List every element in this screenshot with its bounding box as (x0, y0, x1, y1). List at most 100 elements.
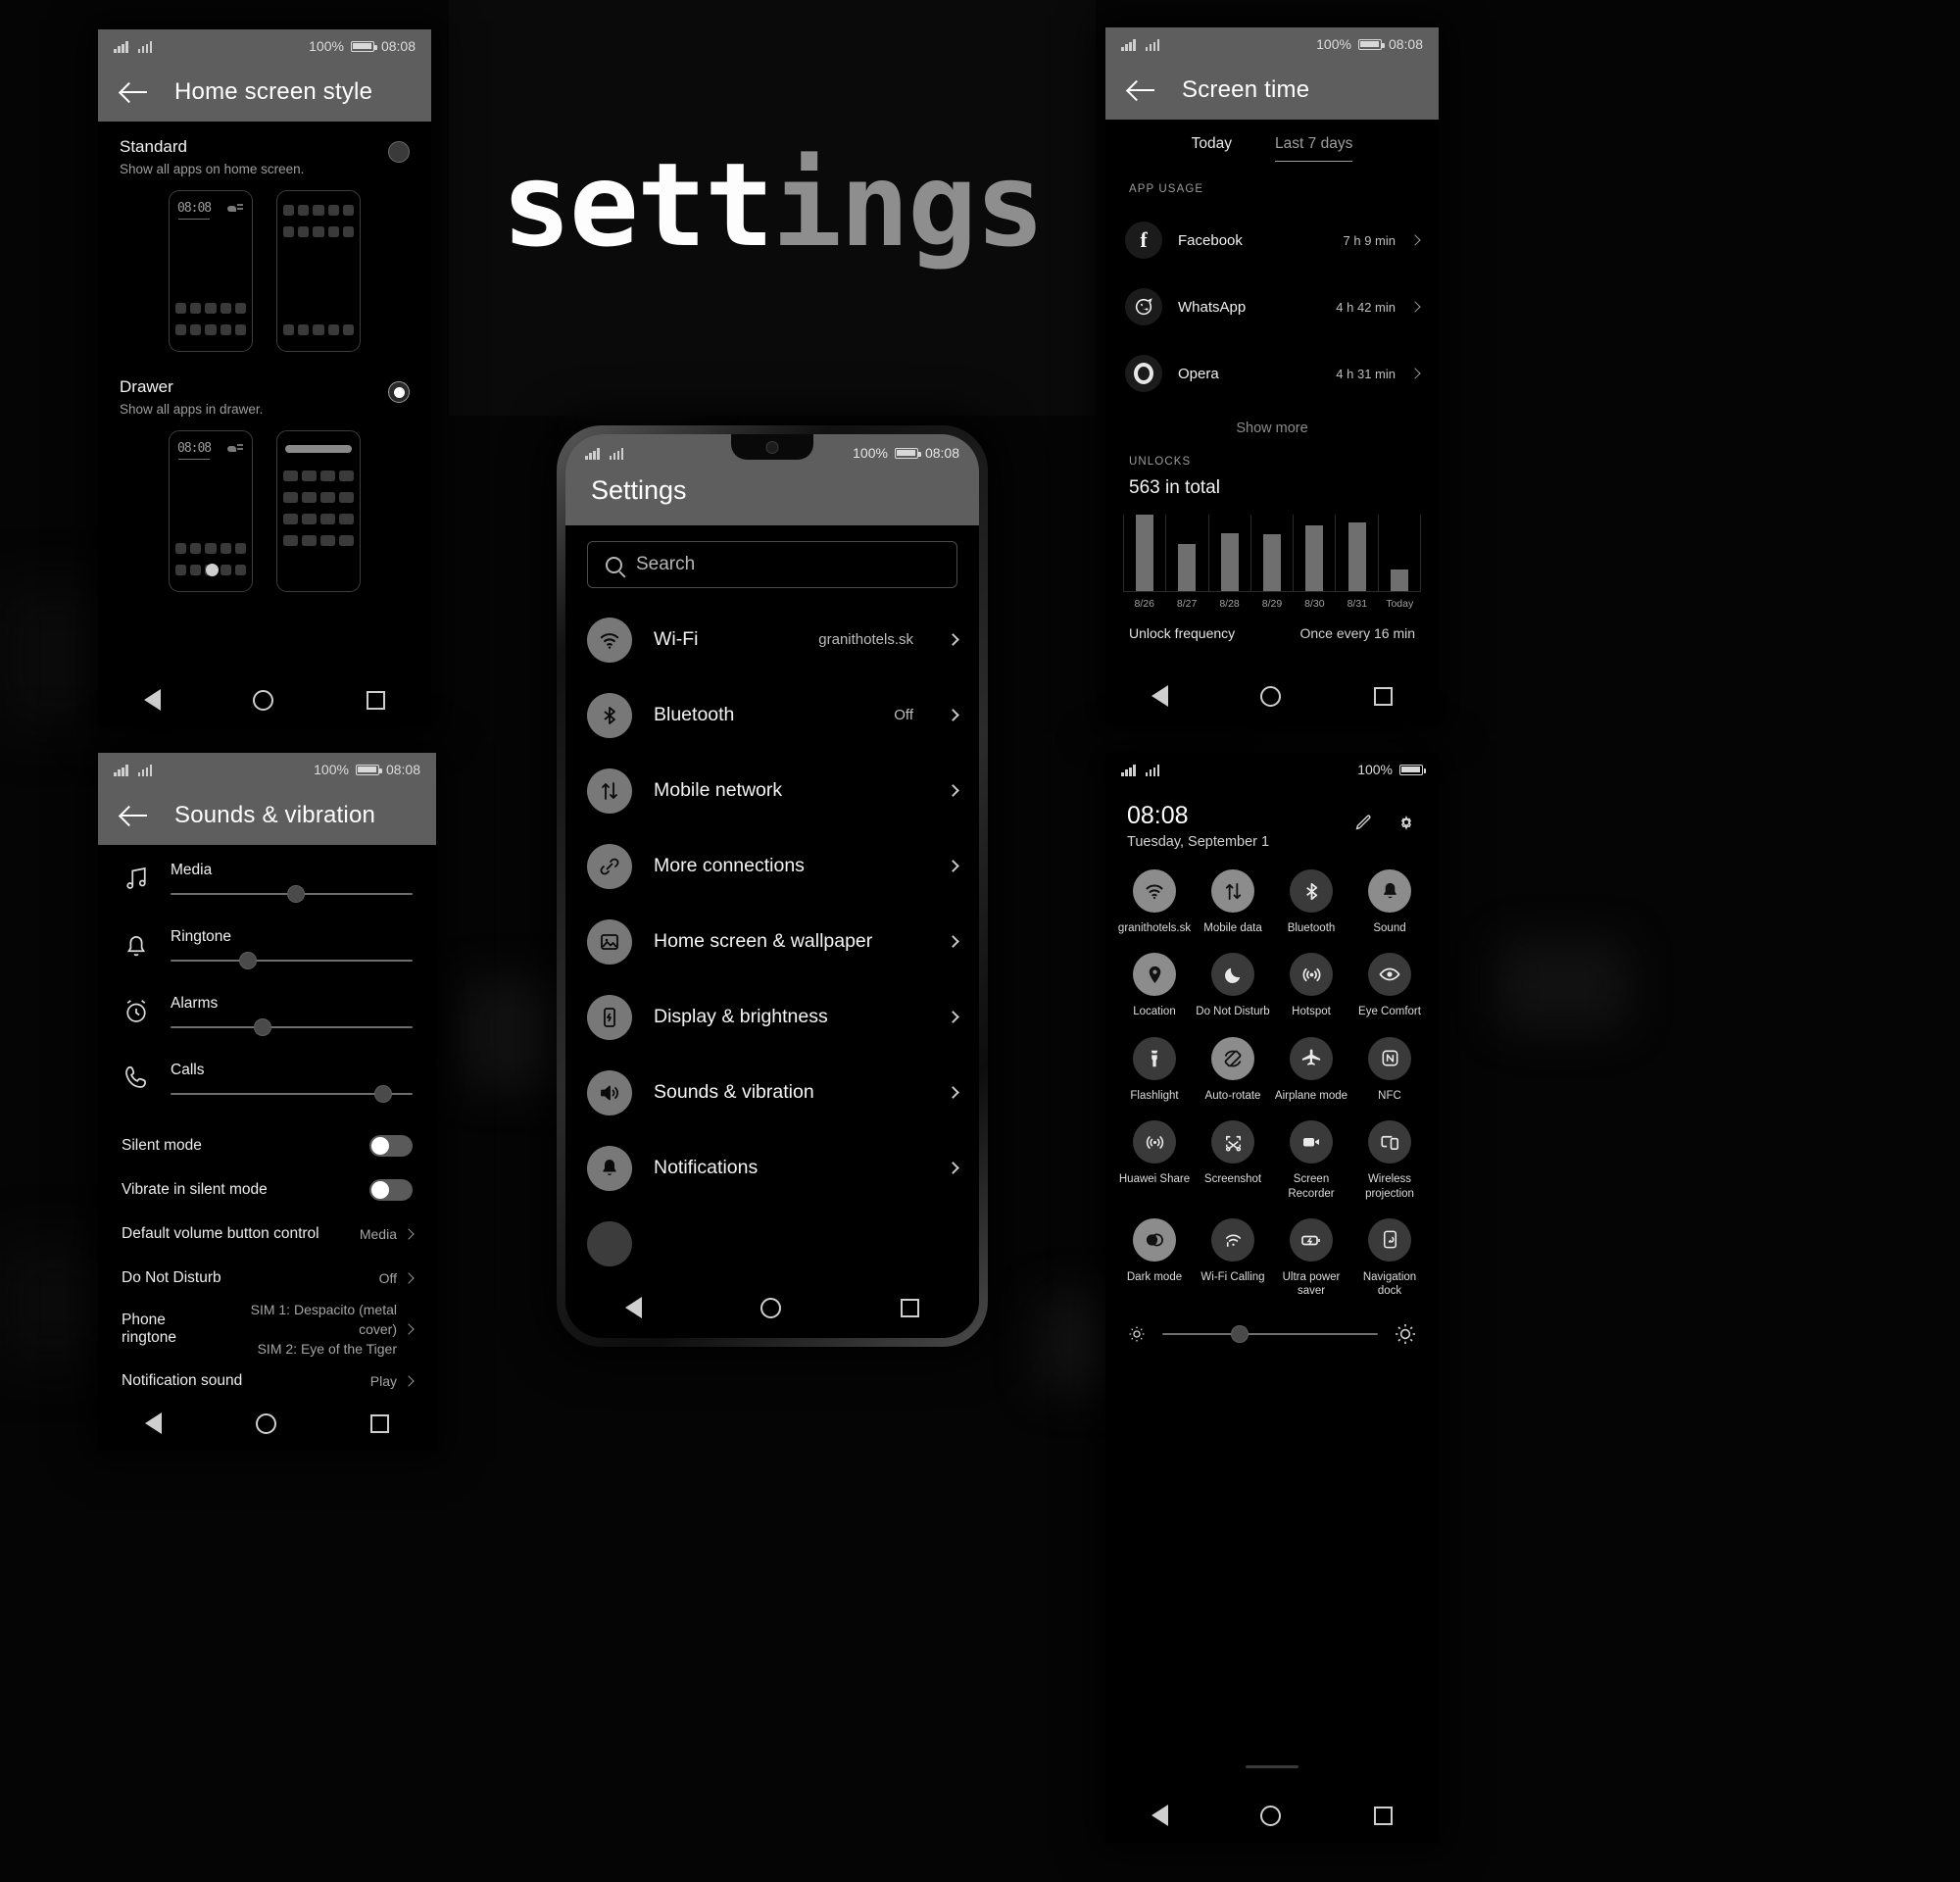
row-value: Off (894, 707, 913, 723)
nav-recents-icon[interactable] (366, 690, 385, 710)
tile-navigation-dock[interactable]: Navigation dock (1350, 1213, 1429, 1305)
settings-row-wifi[interactable]: Wi-Fi granithotels.sk (565, 602, 979, 677)
system-nav-bar (98, 672, 431, 727)
row-volume-button-control[interactable]: Default volume button control Media (98, 1212, 436, 1256)
tile-do-not-disturb[interactable]: Do Not Disturb (1194, 947, 1272, 1024)
clock-text: 08:08 (380, 38, 416, 54)
nav-back-icon[interactable] (624, 1297, 642, 1318)
tile-nfc[interactable]: NFC (1350, 1031, 1429, 1109)
settings-row-more-connections[interactable]: More connections (565, 828, 979, 904)
settings-row-display-brightness[interactable]: Display & brightness (565, 979, 979, 1055)
slider-knob[interactable] (1231, 1324, 1250, 1343)
option-standard[interactable]: Standard Show all apps on home screen. (98, 122, 431, 176)
option-title: Standard (120, 137, 187, 156)
chart-bar (1377, 515, 1421, 591)
vibrate-silent-toggle[interactable] (369, 1178, 413, 1201)
brightness-row (1105, 1305, 1439, 1346)
settings-row-home-screen-wallpaper[interactable]: Home screen & wallpaper (565, 904, 979, 979)
tile-location[interactable]: Location (1115, 947, 1194, 1024)
settings-row-bluetooth[interactable]: Bluetooth Off (565, 677, 979, 753)
app-usage-row-opera[interactable]: Opera 4 h 31 min (1105, 336, 1439, 403)
tile-hotspot[interactable]: Hotspot (1272, 947, 1350, 1024)
tab-last-7-days[interactable]: Last 7 days (1275, 135, 1353, 162)
slider-knob[interactable] (287, 885, 306, 903)
row-do-not-disturb[interactable]: Do Not Disturb Off (98, 1256, 436, 1300)
app-usage-row-whatsapp[interactable]: WhatsApp 4 h 42 min (1105, 270, 1439, 336)
tile-eye-comfort[interactable]: Eye Comfort (1350, 947, 1429, 1024)
ringtone-slider[interactable] (171, 952, 413, 969)
nav-back-icon[interactable] (145, 1412, 162, 1434)
tile-screenshot[interactable]: Screenshot (1194, 1114, 1272, 1207)
silent-mode-toggle[interactable] (369, 1134, 413, 1157)
tile-mobile-data[interactable]: Mobile data (1194, 864, 1272, 941)
back-arrow-icon[interactable] (122, 805, 149, 826)
nav-home-icon[interactable] (253, 689, 274, 711)
nav-back-icon[interactable] (1152, 685, 1169, 707)
row-phone-ringtone[interactable]: Phone ringtone SIM 1: Despacito (metal c… (98, 1300, 436, 1359)
image-icon (587, 918, 632, 965)
back-arrow-icon[interactable] (1129, 79, 1156, 101)
nav-home-icon[interactable] (760, 1297, 782, 1318)
tile-ultra-power-saver[interactable]: Ultra power saver (1272, 1213, 1350, 1305)
nav-recents-icon[interactable] (1373, 1806, 1393, 1825)
nav-recents-icon[interactable] (901, 1298, 920, 1317)
app-usage-label: APP USAGE (1129, 183, 1204, 195)
battery-percent: 100% (309, 38, 344, 54)
radio-standard[interactable] (388, 141, 410, 163)
alarms-slider[interactable] (171, 1018, 413, 1036)
back-arrow-icon[interactable] (122, 81, 149, 103)
slider-knob[interactable] (239, 952, 258, 969)
media-slider[interactable] (171, 885, 413, 903)
app-usage-row-facebook[interactable]: f Facebook 7 h 9 min (1105, 203, 1439, 270)
slider-knob[interactable] (374, 1085, 393, 1103)
row-vibrate-silent[interactable]: Vibrate in silent mode (98, 1167, 436, 1212)
settings-row-mobile-network[interactable]: Mobile network (565, 753, 979, 828)
nav-home-icon[interactable] (256, 1412, 276, 1434)
tile-screen-recorder[interactable]: Screen Recorder (1272, 1114, 1350, 1207)
tile-wifi-calling[interactable]: Wi-Fi Calling (1194, 1213, 1272, 1305)
radio-drawer[interactable] (388, 381, 410, 403)
chevron-right-icon (947, 709, 959, 721)
chevron-right-icon (947, 860, 959, 872)
pencil-icon[interactable] (1352, 812, 1374, 833)
option-drawer[interactable]: Drawer Show all apps in drawer. (98, 352, 431, 417)
tile-flashlight[interactable]: Flashlight (1115, 1031, 1194, 1109)
brightness-slider[interactable] (1162, 1324, 1378, 1343)
settings-row-sounds-vibration[interactable]: Sounds & vibration (565, 1055, 979, 1130)
tile-wifi[interactable]: granithotels.sk (1115, 864, 1194, 941)
tile-sound[interactable]: Sound (1350, 864, 1429, 941)
row-silent-mode[interactable]: Silent mode (98, 1123, 436, 1167)
wordmark-light: sett (501, 137, 774, 273)
battery-percent: 100% (853, 445, 888, 461)
preview-app-grid-row1 (283, 205, 354, 216)
nav-back-icon[interactable] (144, 689, 162, 711)
tile-airplane-mode[interactable]: Airplane mode (1272, 1031, 1350, 1109)
nav-back-icon[interactable] (1152, 1805, 1169, 1826)
nav-home-icon[interactable] (1260, 685, 1282, 707)
status-bar: 100% (1105, 753, 1439, 786)
show-more-button[interactable]: Show more (1105, 403, 1439, 442)
wordmark-dim: ings (772, 137, 1045, 273)
settings-row-partial[interactable] (565, 1206, 979, 1281)
settings-row-notifications[interactable]: Notifications (565, 1130, 979, 1206)
option-subtitle: Show all apps on home screen. (120, 162, 305, 176)
tile-bluetooth[interactable]: Bluetooth (1272, 864, 1350, 941)
chart-bar (1250, 515, 1293, 591)
gear-icon[interactable] (1396, 812, 1417, 833)
airplane-icon (1290, 1036, 1333, 1080)
nav-recents-icon[interactable] (370, 1413, 389, 1433)
search-input[interactable]: Search (587, 541, 957, 588)
tile-huawei-share[interactable]: Huawei Share (1115, 1114, 1194, 1207)
nav-home-icon[interactable] (1260, 1805, 1282, 1826)
tile-wireless-projection[interactable]: Wireless projection (1350, 1114, 1429, 1207)
tile-dark-mode[interactable]: Dark mode (1115, 1213, 1194, 1305)
slider-knob[interactable] (253, 1018, 271, 1036)
chevron-right-icon (1409, 301, 1421, 313)
status-right: 100% 08:08 (853, 445, 959, 461)
tab-today[interactable]: Today (1192, 135, 1232, 162)
drag-handle[interactable] (1246, 1765, 1298, 1768)
row-label: Vibrate in silent mode (122, 1180, 268, 1198)
nav-recents-icon[interactable] (1373, 686, 1393, 706)
calls-slider[interactable] (171, 1085, 413, 1103)
tile-auto-rotate[interactable]: Auto-rotate (1194, 1031, 1272, 1109)
